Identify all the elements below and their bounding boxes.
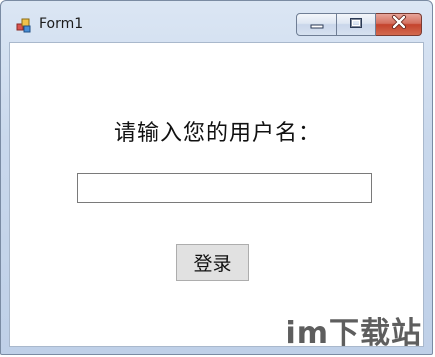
close-button[interactable] [376,13,422,36]
username-prompt-label: 请输入您的用户名： [113,121,321,146]
minimize-icon [310,16,324,34]
form-client-area: 请输入您的用户名： 登录 [9,42,424,347]
app-window: Form1 请输入您的用户名： 登录 im下载站 [0,0,433,355]
window-controls [296,13,422,36]
username-input[interactable] [77,173,372,203]
minimize-button[interactable] [296,13,337,36]
maximize-button[interactable] [337,13,376,36]
app-icon [16,17,32,33]
window-title: Form1 [39,16,84,32]
login-button[interactable]: 登录 [176,244,249,281]
close-icon [391,15,407,34]
maximize-icon [349,16,363,34]
title-bar[interactable]: Form1 [1,1,432,42]
site-watermark: im下载站 [285,316,422,351]
